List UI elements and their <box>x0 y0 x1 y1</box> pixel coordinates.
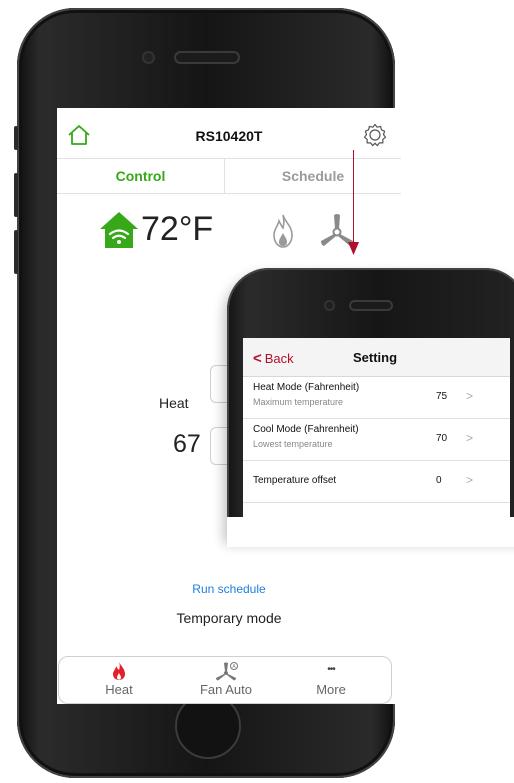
setting-row-title: Temperature offset <box>253 475 337 486</box>
setting-row-cool-mode[interactable]: Cool Mode (Fahrenheit) Lowest temperatur… <box>243 419 510 461</box>
tab-control[interactable]: Control <box>57 159 225 193</box>
setting-row-title: Heat Mode (Fahrenheit) <box>253 382 360 393</box>
back-label: Back <box>264 351 294 366</box>
chevron-right-icon: > <box>466 473 474 487</box>
chevron-right-icon: > <box>466 389 474 403</box>
heat-flame-icon <box>113 662 125 680</box>
callout-arrow-head <box>348 242 359 255</box>
bottom-tab-heat-label: Heat <box>105 682 133 697</box>
setting-row-temperature-offset[interactable]: Temperature offset 0 > <box>243 461 510 503</box>
crop-mask <box>227 517 514 547</box>
front-camera <box>144 53 153 62</box>
settings-title: Setting <box>353 350 398 365</box>
setting-row-value: 0 <box>436 475 442 486</box>
setting-row-heat-mode[interactable]: Heat Mode (Fahrenheit) Maximum temperatu… <box>243 377 510 419</box>
flame-icon <box>273 214 293 248</box>
wifi-home-icon <box>100 212 138 248</box>
earpiece-speaker <box>351 302 391 309</box>
current-temperature: 72°F <box>141 210 214 248</box>
setting-row-title: Cool Mode (Fahrenheit) <box>253 424 359 435</box>
bottom-tab-bar: Heat A Fan Auto ••• More <box>58 656 392 704</box>
more-icon: ••• <box>327 664 336 675</box>
tab-schedule[interactable]: Schedule <box>225 159 401 193</box>
bottom-tab-fan-label: Fan Auto <box>199 682 253 697</box>
device-title: RS10420T <box>195 128 263 144</box>
chevron-right-icon: > <box>466 431 474 445</box>
earpiece-speaker <box>176 53 238 62</box>
bottom-tab-heat[interactable]: Heat <box>69 657 169 703</box>
bottom-tab-more[interactable]: ••• More <box>281 657 381 703</box>
app-header: RS10420T <box>57 108 401 159</box>
settings-header: < Back Setting <box>243 338 510 377</box>
tab-bar: Control Schedule <box>57 159 401 194</box>
setting-row-subtitle: Maximum temperature <box>253 397 344 407</box>
fan-auto-icon: A <box>216 662 238 681</box>
mode-label: Heat <box>159 395 189 411</box>
setpoint-value: 67 <box>173 430 201 458</box>
callout-arrow-line <box>353 150 354 245</box>
settings-screen: < Back Setting Heat Mode (Fahrenheit) Max… <box>243 338 510 517</box>
settings-phone-frame: < Back Setting Heat Mode (Fahrenheit) Max… <box>227 268 514 538</box>
bottom-tab-fan[interactable]: A Fan Auto <box>176 657 276 703</box>
back-button[interactable]: < Back <box>253 350 294 367</box>
setting-row-value: 70 <box>436 433 448 444</box>
gear-icon[interactable] <box>363 123 387 147</box>
volume-up-button <box>14 173 18 217</box>
chevron-left-icon: < <box>253 350 262 367</box>
run-schedule-link[interactable]: Run schedule <box>57 582 401 596</box>
temporary-mode-label: Temporary mode <box>176 610 282 626</box>
front-camera <box>326 302 333 309</box>
bottom-tab-more-label: More <box>316 682 346 697</box>
setting-row-value: 75 <box>436 391 448 402</box>
volume-down-button <box>14 230 18 274</box>
setting-row-subtitle: Lowest temperature <box>253 439 333 449</box>
mute-switch <box>14 126 18 150</box>
